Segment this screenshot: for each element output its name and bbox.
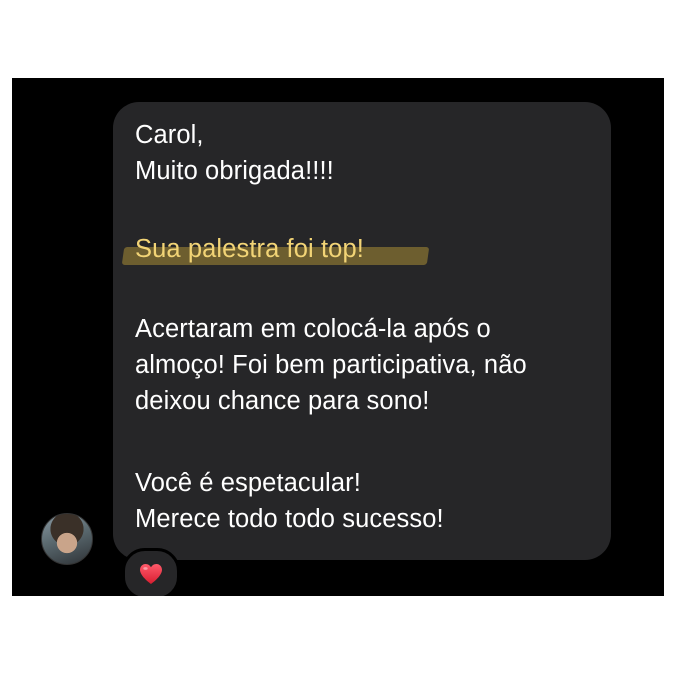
message-bubble[interactable]: Carol, Muito obrigada!!!! Sua palestra f… — [113, 102, 611, 560]
message-line-greeting: Carol, — [135, 121, 204, 149]
message-line-body-3: deixou chance para sono! — [135, 387, 430, 415]
message-line-closing-2: Merece todo todo sucesso! — [135, 505, 444, 533]
message-line-closing-1: Você é espetacular! — [135, 469, 361, 497]
sender-avatar[interactable] — [41, 513, 93, 565]
message-line-body-1: Acertaram em colocá-la após o — [135, 315, 491, 343]
message-line-body-2: almoço! Foi bem participativa, não — [135, 351, 527, 379]
screenshot-frame: Carol, Muito obrigada!!!! Sua palestra f… — [0, 0, 678, 678]
message-line-thanks: Muito obrigada!!!! — [135, 157, 334, 185]
red-heart-icon — [140, 564, 162, 584]
message-line-highlighted: Sua palestra foi top! — [135, 235, 364, 263]
previous-message-fragment — [112, 78, 160, 80]
heart-reaction-badge[interactable] — [122, 548, 180, 596]
chat-thread: Carol, Muito obrigada!!!! Sua palestra f… — [12, 78, 664, 596]
